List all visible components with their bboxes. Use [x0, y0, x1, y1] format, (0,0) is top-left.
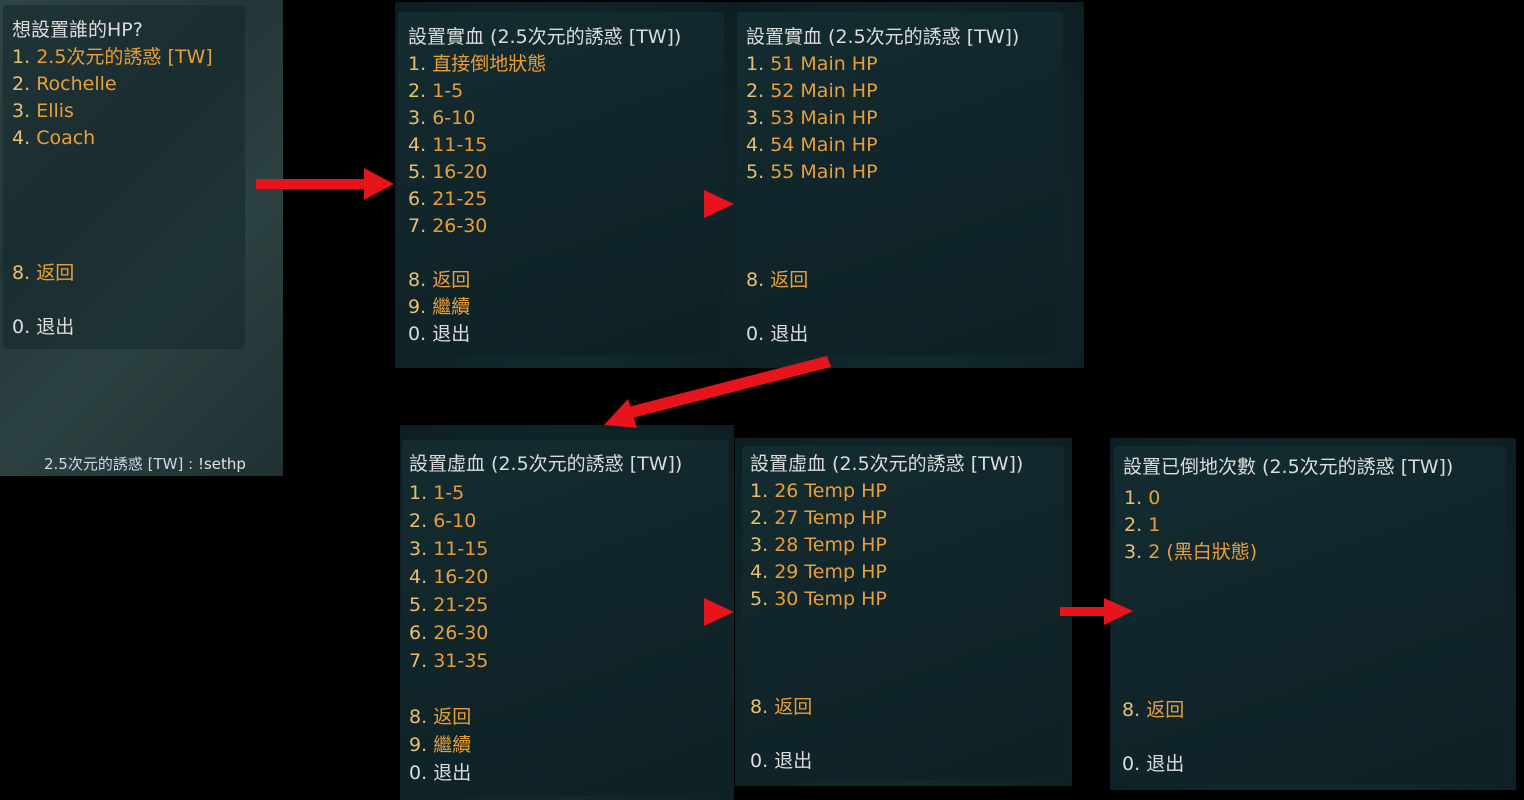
- arrow-right-icon: [704, 598, 734, 626]
- arrow-down-left-icon: [604, 356, 831, 428]
- flow-arrows: [256, 168, 1133, 626]
- arrow-right-icon: [1060, 598, 1133, 625]
- arrow-right-icon: [704, 190, 734, 218]
- arrow-right-icon: [256, 168, 394, 200]
